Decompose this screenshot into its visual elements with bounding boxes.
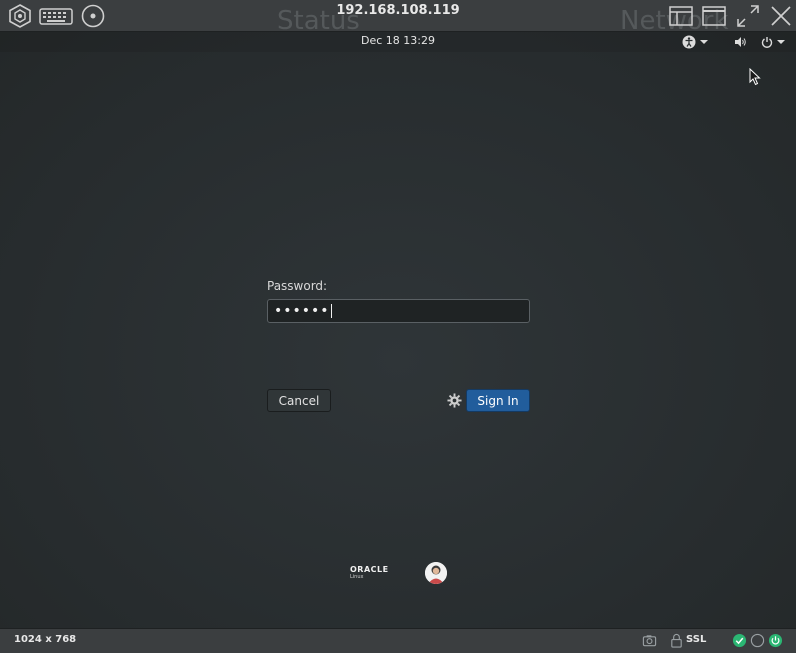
sign-in-button[interactable]: Sign In	[466, 389, 530, 412]
resolution-label: 1024 x 768	[14, 634, 77, 645]
fullscreen-icon[interactable]	[735, 3, 761, 29]
password-label: Password:	[267, 279, 328, 293]
cancel-button[interactable]: Cancel	[267, 389, 331, 412]
gnome-topbar: Dec 18 13:29	[0, 32, 796, 52]
password-mask: ••••••	[274, 303, 330, 319]
oracle-linux-logo: ORACLE Linux	[350, 565, 396, 581]
accessibility-icon	[682, 35, 696, 49]
volume-icon	[735, 37, 746, 47]
chevron-down-icon	[777, 40, 785, 44]
oracle-logo-sub: Linux	[350, 574, 364, 580]
password-input[interactable]: ••••••	[267, 299, 530, 323]
mouse-pointer-icon	[749, 68, 761, 86]
check-circle-icon	[732, 633, 747, 648]
lock-icon	[671, 633, 682, 648]
circle-icon	[750, 633, 765, 648]
camera-icon[interactable]	[642, 633, 657, 648]
viewer-statusbar: 1024 x 768 SSL	[0, 628, 796, 653]
chevron-down-icon	[700, 40, 708, 44]
gear-icon[interactable]	[447, 393, 462, 408]
power-circle-icon[interactable]	[768, 633, 783, 648]
oracle-logo-word: ORACLE	[350, 565, 389, 574]
window-maximize-icon[interactable]	[701, 3, 727, 29]
window-layout-icon[interactable]	[668, 3, 694, 29]
user-avatar-icon	[425, 562, 447, 584]
ssl-label: SSL	[686, 634, 707, 645]
close-icon[interactable]	[768, 3, 794, 29]
user-avatar	[425, 562, 447, 584]
viewer-titlebar: Status Network 192.168.108.119	[0, 0, 796, 34]
clock[interactable]: Dec 18 13:29	[0, 34, 796, 47]
text-caret	[330, 304, 332, 318]
login-form: Password: ••••••	[267, 279, 530, 323]
power-icon	[761, 37, 773, 48]
accessibility-menu[interactable]	[682, 34, 708, 50]
system-menu[interactable]	[734, 34, 785, 50]
remote-screen: Dec 18 13:29 Password: •••••• Cancel Sig…	[0, 32, 796, 628]
